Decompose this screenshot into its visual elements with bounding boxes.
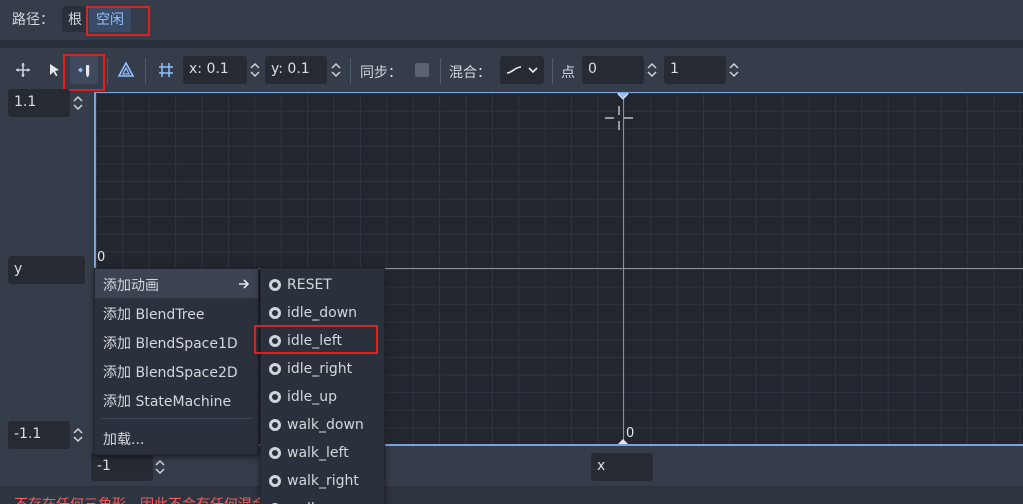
highlight-box [254,325,378,354]
menu-item-add-blendtree[interactable]: 添加 BlendTree [95,298,258,327]
anim-item-walk-right[interactable]: walk_right [261,467,384,495]
spinner-arrows-icon [73,95,83,111]
highlight-box [63,54,105,91]
min-y-field[interactable]: -1.1 [8,421,70,449]
y-label-field[interactable]: y [8,256,85,284]
anim-item-walk-up[interactable]: walk_up [261,495,384,504]
spinner-arrows-icon [729,62,739,78]
divider [0,40,1023,48]
anim-item-label: idle_up [287,389,338,405]
x-label-field[interactable]: x [591,453,653,481]
cursor-icon [50,64,59,77]
menu-item-load[interactable]: 加载... [95,423,258,452]
path-label: 路径： [12,12,54,28]
snap-x-spinner[interactable] [249,56,261,84]
y-axis-line [623,93,624,444]
sync-checkbox[interactable] [415,63,429,77]
menu-item-add-blendspace2d[interactable]: 添加 BlendSpace2D [95,356,258,385]
highlight-box [86,6,150,36]
anim-item-idle-down[interactable]: idle_down [261,299,384,327]
anim-item-label: idle_right [287,361,353,377]
sync-label: 同步： [360,65,402,81]
path-root-button[interactable]: 根 [62,6,88,32]
anim-item-label: walk_right [287,473,359,489]
animation-icon [269,391,281,403]
blend-label: 混合： [449,65,491,81]
blend-curve-icon [506,66,522,74]
blend-mode-select[interactable] [500,56,544,84]
toolbar-separator [552,58,553,84]
point-value-spinner[interactable] [646,56,658,84]
blend-position-marker-icon[interactable] [617,92,629,100]
path-bar [0,0,1023,40]
menu-item-add-animation[interactable]: 添加动画 [95,269,258,298]
min-x-field[interactable]: -1 [91,453,153,481]
menu-item-add-statemachine[interactable]: 添加 StateMachine [95,385,258,414]
point-label: 点 [561,65,575,81]
crosshair-icon [605,106,633,130]
animation-icon [269,307,281,319]
spinner-arrows-icon [250,62,260,78]
snap-y-spinner[interactable] [330,56,342,84]
triangle-icon [117,61,135,77]
point-marker-icon[interactable] [617,438,629,446]
min-x-spinner[interactable] [154,453,166,481]
anim-item-idle-right[interactable]: idle_right [261,355,384,383]
origin-label-left: 0 [97,250,106,265]
snap-y-field[interactable]: y: 0.1 [265,56,327,84]
animation-icon [269,419,281,431]
chevron-down-icon [528,67,538,74]
spinner-arrows-icon [73,427,83,443]
max-y-spinner[interactable] [72,89,84,117]
toolbar-separator [107,58,108,84]
point-extra-spinner[interactable] [728,56,740,84]
menu-item-add-blendspace1d[interactable]: 添加 BlendSpace1D [95,327,258,356]
spinner-arrows-icon [647,62,657,78]
animation-icon [269,447,281,459]
grid-snap-icon [159,63,173,77]
move-icon [16,63,30,77]
select-move-tool[interactable] [9,56,37,84]
anim-item-label: walk_down [287,417,364,433]
min-y-spinner[interactable] [72,421,84,449]
anim-item-walk-down[interactable]: walk_down [261,411,384,439]
create-triangle-tool[interactable] [112,56,140,84]
animation-icon [269,279,281,291]
anim-item-label: RESET [287,277,332,293]
menu-item-label: 添加动画 [103,278,159,294]
anim-item-walk-left[interactable]: walk_left [261,439,384,467]
warning-text: 不存在任何三角形，因此不会有任何混合。 [14,494,280,504]
point-value-field[interactable]: 0 [582,56,644,84]
animation-icon [269,363,281,375]
spinner-arrows-icon [331,62,341,78]
snap-toggle[interactable] [152,56,180,84]
anim-item-label: walk_left [287,445,349,461]
anim-item-reset[interactable]: RESET [261,271,384,299]
point-extra-field[interactable]: 1 [664,56,726,84]
spinner-arrows-icon [155,459,165,475]
anim-item-label: idle_down [287,305,358,321]
toolbar-separator [440,58,441,84]
toolbar-separator [145,58,146,84]
max-y-field[interactable]: 1.1 [8,89,70,117]
animation-icon [269,475,281,487]
animation-submenu: RESET idle_down idle_left idle_right idl… [260,268,385,504]
menu-separator [101,418,252,419]
arrow-right-icon [239,279,250,289]
anim-item-idle-up[interactable]: idle_up [261,383,384,411]
toolbar-separator [350,58,351,84]
snap-x-field[interactable]: x: 0.1 [183,56,247,84]
context-menu: 添加动画 添加 BlendTree 添加 BlendSpace1D 添加 Ble… [94,268,259,455]
